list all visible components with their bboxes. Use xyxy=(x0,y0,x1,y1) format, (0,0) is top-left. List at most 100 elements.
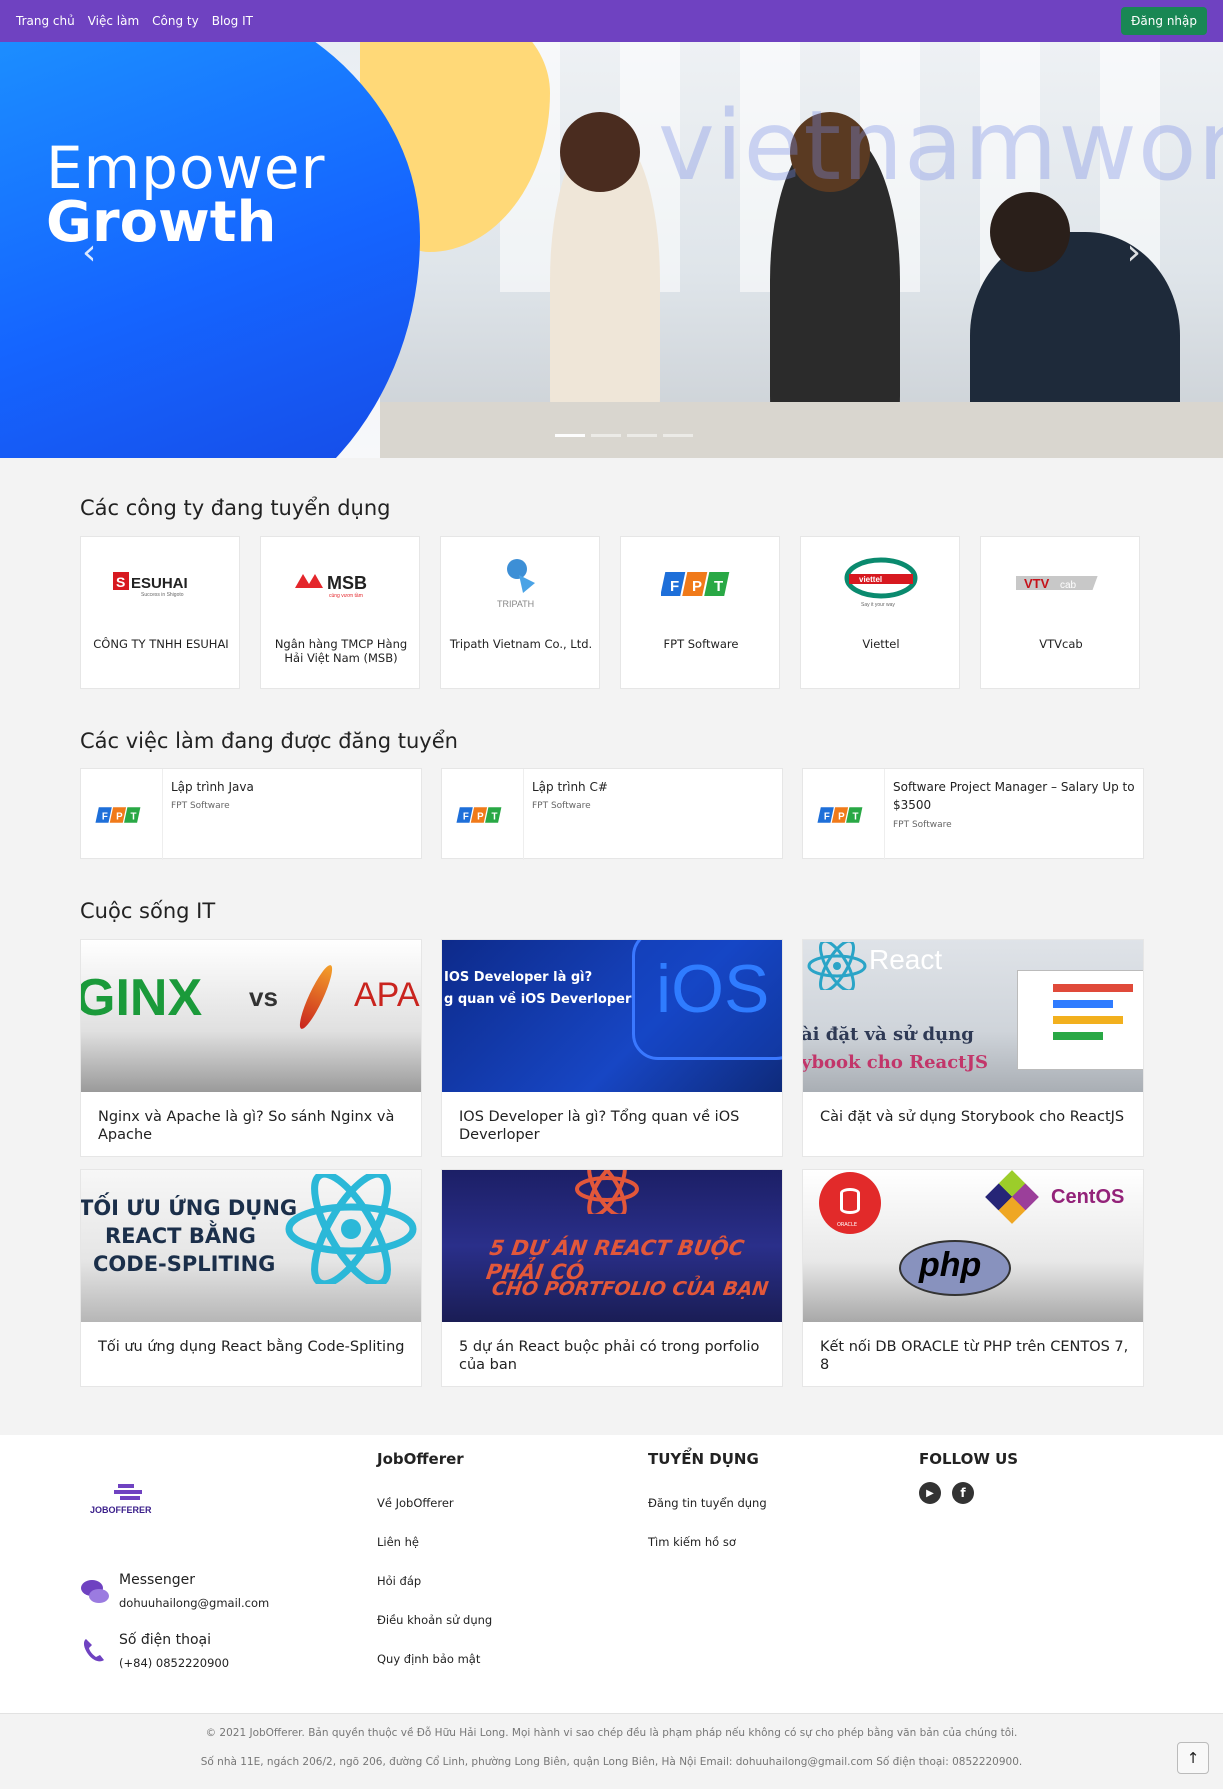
fpt-logo: FPT xyxy=(442,769,524,860)
carousel-next-icon[interactable]: › xyxy=(1127,232,1141,273)
job-company: FPT Software xyxy=(532,801,591,811)
company-card-fpt[interactable]: F P T FPT Software xyxy=(620,536,780,689)
company-name: Tripath Vietnam Co., Ltd. xyxy=(449,637,593,651)
svg-text:P: P xyxy=(838,811,845,822)
copyright-text: © 2021 JobOfferer. Bản quyền thuộc về Đỗ… xyxy=(205,1727,1018,1739)
blog-card[interactable]: TỐI ƯU ỨNG DỤNG REACT BẰNG CODE-SPLITING… xyxy=(80,1169,422,1387)
address-text: Số nhà 11E, ngách 206/2, ngõ 206, đường … xyxy=(200,1756,1023,1768)
blog-section-title: Cuộc sống IT xyxy=(80,899,216,923)
footer-link-terms[interactable]: Điều khoản sử dụng xyxy=(377,1613,492,1627)
youtube-icon[interactable]: ▶ xyxy=(919,1482,941,1504)
esuhai-logo: S ESUHAI Success in Shigoto xyxy=(111,549,211,619)
blog-title[interactable]: Tối ưu ứng dụng React bằng Code-Spliting xyxy=(98,1338,408,1356)
facebook-icon[interactable]: f xyxy=(952,1482,974,1504)
svg-text:MSB: MSB xyxy=(327,573,367,593)
carousel-indicator[interactable] xyxy=(663,434,693,437)
joboffer-logo[interactable]: JOBOFFERER xyxy=(88,1482,164,1522)
company-card-tripath[interactable]: TRIPATH Tripath Vietnam Co., Ltd. xyxy=(440,536,600,689)
svg-text:P: P xyxy=(692,578,702,595)
tripath-logo: TRIPATH xyxy=(471,549,571,619)
footer-link-search-cv[interactable]: Tìm kiếm hồ sơ xyxy=(648,1535,736,1549)
blog-thumbnail: 5 DỰ ÁN REACT BUỘC PHẢI CÓ CHO PORTFOLIO… xyxy=(442,1170,782,1322)
nav-companies[interactable]: Công ty xyxy=(152,14,199,28)
footer: JOBOFFERER Messenger dohuuhailong@gmail.… xyxy=(0,1435,1223,1713)
fpt-logo: FPT xyxy=(81,769,163,860)
blog-title[interactable]: IOS Developer là gì? Tổng quan về iOS De… xyxy=(459,1108,769,1144)
nav-jobs[interactable]: Việc làm xyxy=(88,14,139,28)
vtvcab-logo: VTV cab xyxy=(1011,549,1111,619)
blog-thumbnail: IOS Developer là gì? g quan về iOS Dever… xyxy=(442,940,782,1092)
arrow-up-icon: ↑ xyxy=(1186,1749,1200,1767)
blog-thumbnail: TỐI ƯU ỨNG DỤNG REACT BẰNG CODE-SPLITING xyxy=(81,1170,421,1322)
job-card[interactable]: FPT Lập trình C# FPT Software xyxy=(441,768,783,860)
nav-blog[interactable]: Blog IT xyxy=(212,14,253,28)
job-card[interactable]: FPT Software Project Manager – Salary Up… xyxy=(802,768,1144,860)
svg-text:S: S xyxy=(116,574,125,590)
blog-card[interactable]: IOS Developer là gì? g quan về iOS Dever… xyxy=(441,939,783,1157)
blog-thumbnail: React ài đặt và sử dụng ybook cho ReactJ… xyxy=(803,940,1143,1092)
messenger-title: Messenger xyxy=(119,1572,196,1588)
job-title[interactable]: Lập trình C# xyxy=(532,778,777,796)
hero-watermark: vietnamworks xyxy=(658,90,1223,202)
esuhai-logo-text: ESUHAI xyxy=(131,575,188,592)
footer-link-contact[interactable]: Liên hệ xyxy=(377,1535,419,1549)
blog-title[interactable]: 5 dự án React buộc phải có trong porfoli… xyxy=(459,1338,769,1374)
svg-text:T: T xyxy=(852,811,858,822)
footer-link-about[interactable]: Về JobOfferer xyxy=(377,1496,454,1510)
blog-title[interactable]: Kết nối DB ORACLE từ PHP trên CENTOS 7, … xyxy=(820,1338,1130,1374)
hero-title-line2: Growth xyxy=(46,190,277,255)
scroll-to-top-button[interactable]: ↑ xyxy=(1177,1742,1209,1774)
carousel-indicator[interactable] xyxy=(627,434,657,437)
react-icon xyxy=(285,1174,417,1284)
fpt-logo: F P T xyxy=(651,549,751,619)
login-button[interactable]: Đăng nhập xyxy=(1121,7,1207,35)
svg-text:viettel: viettel xyxy=(859,575,882,584)
footer-link-post-job[interactable]: Đăng tin tuyển dụng xyxy=(648,1496,767,1510)
footer-link-privacy[interactable]: Quy định bảo mật xyxy=(377,1652,480,1666)
footer-joboffer-title: JobOfferer xyxy=(377,1450,464,1468)
footer-link-faq[interactable]: Hỏi đáp xyxy=(377,1574,421,1588)
company-name: FPT Software xyxy=(663,637,739,651)
svg-text:F: F xyxy=(823,811,829,822)
blog-title[interactable]: Nginx và Apache là gì? So sánh Nginx và … xyxy=(98,1108,408,1144)
hero-carousel: vietnamworks Empower Growth ‹ › xyxy=(0,42,1223,458)
carousel-indicator[interactable] xyxy=(591,434,621,437)
blog-card[interactable]: GINX vs APA Nginx và Apache là gì? So sá… xyxy=(80,939,422,1157)
job-company: FPT Software xyxy=(171,801,230,811)
phone-number[interactable]: (+84) 0852220900 xyxy=(119,1656,229,1670)
company-name: Viettel xyxy=(862,637,900,651)
blog-thumbnail: GINX vs APA xyxy=(81,940,421,1092)
svg-text:TRIPATH: TRIPATH xyxy=(497,599,534,609)
company-card-esuhai[interactable]: S ESUHAI Success in Shigoto CÔNG TY TNHH… xyxy=(80,536,240,689)
footer-follow-title: FOLLOW US xyxy=(919,1450,1019,1468)
job-title[interactable]: Software Project Manager – Salary Up to … xyxy=(893,778,1138,814)
copyright-bar: © 2021 JobOfferer. Bản quyền thuộc về Đỗ… xyxy=(0,1713,1223,1789)
blog-card[interactable]: 5 DỰ ÁN REACT BUỘC PHẢI CÓ CHO PORTFOLIO… xyxy=(441,1169,783,1387)
company-card-vtvcab[interactable]: VTV cab VTVcab xyxy=(980,536,1140,689)
company-card-msb[interactable]: MSB cùng vươn tầm Ngân hàng TMCP Hàng Hả… xyxy=(260,536,420,689)
svg-text:P: P xyxy=(116,811,123,822)
companies-section-title: Các công ty đang tuyển dụng xyxy=(80,496,391,520)
messenger-email[interactable]: dohuuhailong@gmail.com xyxy=(119,1596,269,1610)
blog-title[interactable]: Cài đặt và sử dụng Storybook cho ReactJS xyxy=(820,1108,1130,1126)
jobs-section-title: Các việc làm đang được đăng tuyển xyxy=(80,729,458,753)
svg-text:F: F xyxy=(670,578,679,595)
svg-text:T: T xyxy=(491,811,497,822)
carousel-prev-icon[interactable]: ‹ xyxy=(82,232,96,273)
job-card[interactable]: FPT Lập trình Java FPT Software xyxy=(80,768,422,860)
phone-title: Số điện thoại xyxy=(119,1632,212,1648)
carousel-indicator[interactable] xyxy=(555,434,585,437)
company-card-viettel[interactable]: viettel Say it your way Viettel xyxy=(800,536,960,689)
blog-card[interactable]: React ài đặt và sử dụng ybook cho ReactJ… xyxy=(802,939,1144,1157)
company-name: Ngân hàng TMCP Hàng Hải Việt Nam (MSB) xyxy=(274,637,408,665)
footer-recruit-title: TUYỂN DỤNG xyxy=(648,1450,759,1468)
msb-logo: MSB cùng vươn tầm xyxy=(291,549,391,619)
messenger-icon xyxy=(80,1577,110,1607)
svg-text:T: T xyxy=(714,578,723,595)
blog-card[interactable]: ORACLE CentOS php Kết nối DB ORACLE từ P… xyxy=(802,1169,1144,1387)
nav-home[interactable]: Trang chủ xyxy=(16,14,75,28)
svg-text:cùng vươn tầm: cùng vươn tầm xyxy=(329,593,363,599)
carousel-indicators xyxy=(555,434,693,437)
react-icon xyxy=(575,1170,639,1214)
job-title[interactable]: Lập trình Java xyxy=(171,778,416,796)
